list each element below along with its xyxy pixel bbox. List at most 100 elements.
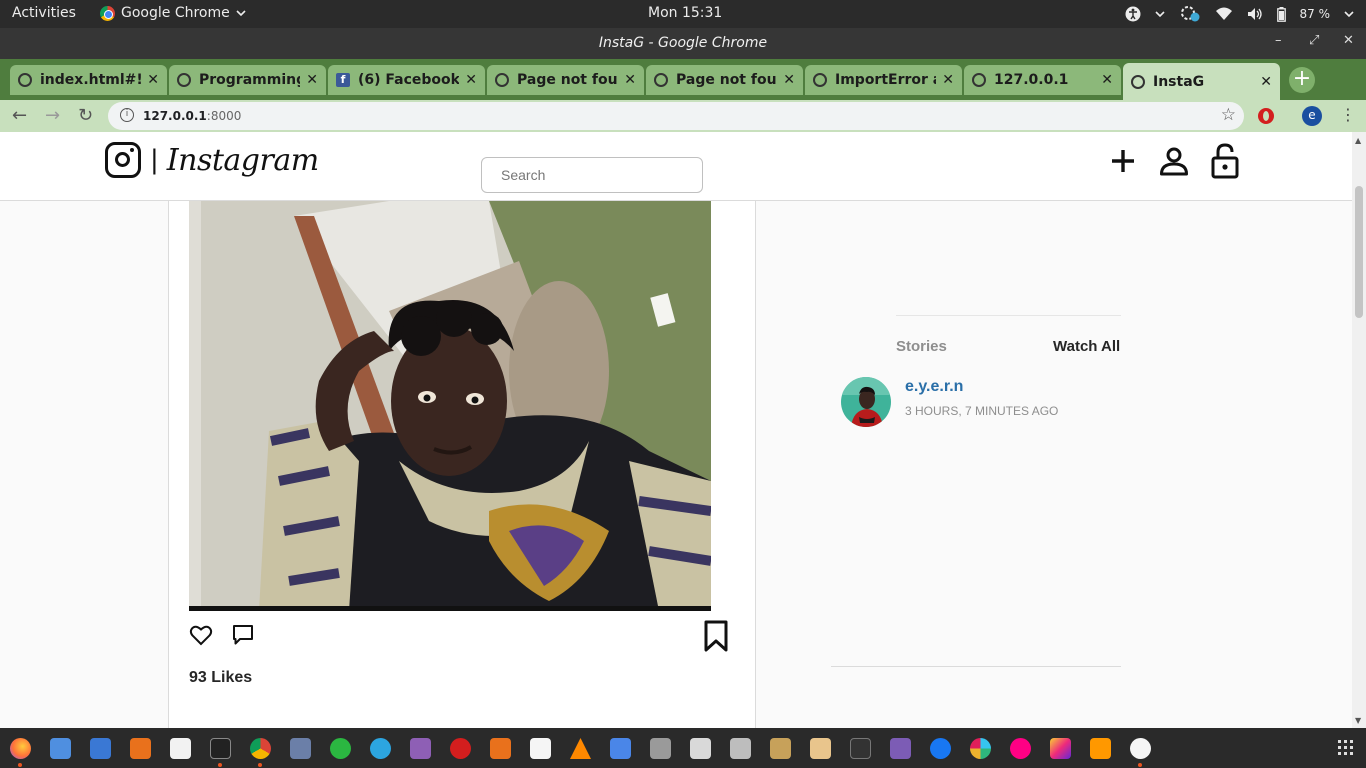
instagram-camera-icon bbox=[105, 142, 141, 178]
logout-button[interactable] bbox=[1208, 141, 1242, 181]
opera-extension-icon[interactable] bbox=[1258, 108, 1274, 124]
close-icon[interactable]: ✕ bbox=[1101, 72, 1113, 88]
software-store-icon[interactable] bbox=[130, 738, 151, 759]
bookmark-star-icon[interactable]: ☆ bbox=[1221, 105, 1236, 125]
sublime-text-icon[interactable] bbox=[1090, 738, 1111, 759]
show-applications-icon[interactable] bbox=[1338, 740, 1354, 756]
opera-icon[interactable] bbox=[450, 738, 471, 759]
media-icon[interactable] bbox=[890, 738, 911, 759]
amazon-icon[interactable] bbox=[170, 738, 191, 759]
tab-localhost[interactable]: 127.0.0.1 ✕ bbox=[964, 65, 1121, 95]
post-likes-count: 93 Likes bbox=[189, 669, 253, 686]
story-timestamp: 3 HOURS, 7 MINUTES AGO bbox=[905, 404, 1059, 418]
writer-icon[interactable] bbox=[90, 738, 111, 759]
system-tray[interactable]: 87 % bbox=[1125, 5, 1355, 23]
facebook-icon: f bbox=[336, 73, 350, 87]
new-post-button[interactable] bbox=[1106, 141, 1140, 181]
volume-icon[interactable] bbox=[1247, 7, 1263, 21]
tab-page-not-found-2[interactable]: Page not four ✕ bbox=[646, 65, 803, 95]
reload-icon[interactable]: ↻ bbox=[78, 105, 93, 126]
calculator-icon[interactable] bbox=[490, 738, 511, 759]
notes-icon[interactable] bbox=[410, 738, 431, 759]
battery-icon[interactable] bbox=[1276, 6, 1286, 22]
profile-avatar[interactable]: e bbox=[1302, 106, 1322, 126]
close-icon[interactable]: ✕ bbox=[783, 72, 795, 88]
bluetooth-tool-icon[interactable] bbox=[290, 738, 311, 759]
accessibility-icon[interactable] bbox=[1125, 6, 1141, 22]
page-scrollbar[interactable]: ▲ ▼ bbox=[1352, 132, 1366, 728]
tab-label: Page not four bbox=[676, 72, 778, 88]
running-indicator bbox=[1138, 763, 1142, 767]
cards-game-icon[interactable] bbox=[530, 738, 551, 759]
address-url[interactable]: 127.0.0.1:8000 bbox=[143, 109, 241, 123]
ubuntu-dock bbox=[0, 728, 1366, 768]
back-arrow-icon[interactable]: ← bbox=[12, 105, 27, 126]
tools-icon[interactable] bbox=[730, 738, 751, 759]
close-icon[interactable]: ✕ bbox=[1260, 74, 1272, 90]
screenshot-icon[interactable] bbox=[650, 738, 671, 759]
close-icon[interactable]: ✕ bbox=[147, 72, 159, 88]
scroll-thumb[interactable] bbox=[1355, 186, 1363, 318]
divider bbox=[896, 315, 1121, 316]
bookmark-icon[interactable] bbox=[703, 620, 729, 652]
flickr-icon[interactable] bbox=[1010, 738, 1031, 759]
menu-kebab-icon[interactable]: ⋮ bbox=[1340, 105, 1356, 124]
firefox-icon[interactable] bbox=[10, 738, 31, 759]
tab-label: InstaG bbox=[1153, 73, 1205, 90]
file-manager-icon[interactable] bbox=[770, 738, 791, 759]
close-icon[interactable]: ✕ bbox=[306, 72, 318, 88]
story-avatar[interactable] bbox=[841, 377, 891, 427]
profile-button[interactable] bbox=[1157, 141, 1191, 181]
scanner-icon[interactable] bbox=[690, 738, 711, 759]
telegram-icon[interactable] bbox=[370, 738, 391, 759]
chevron-down-icon bbox=[1344, 11, 1354, 18]
address-bar[interactable]: i 127.0.0.1:8000 ☆ bbox=[108, 102, 1244, 130]
scroll-down-arrow-icon[interactable]: ▼ bbox=[1355, 716, 1361, 725]
slack-tray-icon[interactable] bbox=[1179, 5, 1201, 23]
tab-import-error[interactable]: ImportError a ✕ bbox=[805, 65, 962, 95]
search-input[interactable] bbox=[481, 157, 703, 193]
glasses-app-icon[interactable] bbox=[1130, 738, 1151, 759]
logo-separator: | bbox=[150, 145, 159, 175]
window-title-bar[interactable]: InstaG - Google Chrome – ⤢ ✕ bbox=[0, 28, 1366, 59]
post-image[interactable] bbox=[189, 201, 711, 611]
activities-button[interactable]: Activities bbox=[12, 5, 76, 21]
tab-label: ImportError a bbox=[835, 72, 937, 88]
info-icon[interactable]: i bbox=[120, 108, 134, 122]
tab-facebook[interactable]: f (6) Facebook ✕ bbox=[328, 65, 485, 95]
scroll-up-arrow-icon[interactable]: ▲ bbox=[1355, 136, 1361, 145]
vlc-icon[interactable] bbox=[570, 738, 591, 759]
wifi-icon[interactable] bbox=[1215, 7, 1233, 21]
maximize-icon[interactable]: ⤢ bbox=[1309, 33, 1319, 48]
tab-instag[interactable]: InstaG ✕ bbox=[1123, 63, 1280, 100]
minimize-icon[interactable]: – bbox=[1275, 33, 1282, 48]
close-icon[interactable]: ✕ bbox=[465, 72, 477, 88]
system-monitor-icon[interactable] bbox=[850, 738, 871, 759]
messenger-icon[interactable] bbox=[930, 738, 951, 759]
forward-arrow-icon[interactable]: → bbox=[45, 105, 60, 126]
globe-icon bbox=[1131, 74, 1145, 89]
comment-icon[interactable] bbox=[231, 623, 255, 647]
chrome-icon[interactable] bbox=[250, 738, 271, 759]
clock[interactable]: Mon 15:31 bbox=[648, 5, 722, 21]
close-icon[interactable]: ✕ bbox=[1343, 33, 1354, 48]
app-menu[interactable]: Google Chrome bbox=[100, 5, 246, 21]
whatsapp-icon[interactable] bbox=[330, 738, 351, 759]
slack-icon[interactable] bbox=[970, 738, 991, 759]
watch-all-link[interactable]: Watch All bbox=[1053, 338, 1120, 355]
story-username[interactable]: e.y.e.r.n bbox=[905, 378, 963, 396]
tab-programming[interactable]: Programming ✕ bbox=[169, 65, 326, 95]
close-icon[interactable]: ✕ bbox=[942, 72, 954, 88]
instagram-app-icon[interactable] bbox=[1050, 738, 1071, 759]
document-viewer-icon[interactable] bbox=[50, 738, 71, 759]
tab-index[interactable]: index.html#!/c ✕ bbox=[10, 65, 167, 95]
tasks-icon[interactable] bbox=[610, 738, 631, 759]
new-tab-button[interactable]: + bbox=[1289, 67, 1315, 93]
archive-icon[interactable] bbox=[810, 738, 831, 759]
tab-page-not-found-1[interactable]: Page not four ✕ bbox=[487, 65, 644, 95]
terminal-icon[interactable] bbox=[210, 738, 231, 759]
ig-logo[interactable]: | Instagram bbox=[105, 142, 319, 178]
post-progress-bar bbox=[189, 606, 711, 611]
close-icon[interactable]: ✕ bbox=[624, 72, 636, 88]
heart-icon[interactable] bbox=[189, 623, 213, 647]
